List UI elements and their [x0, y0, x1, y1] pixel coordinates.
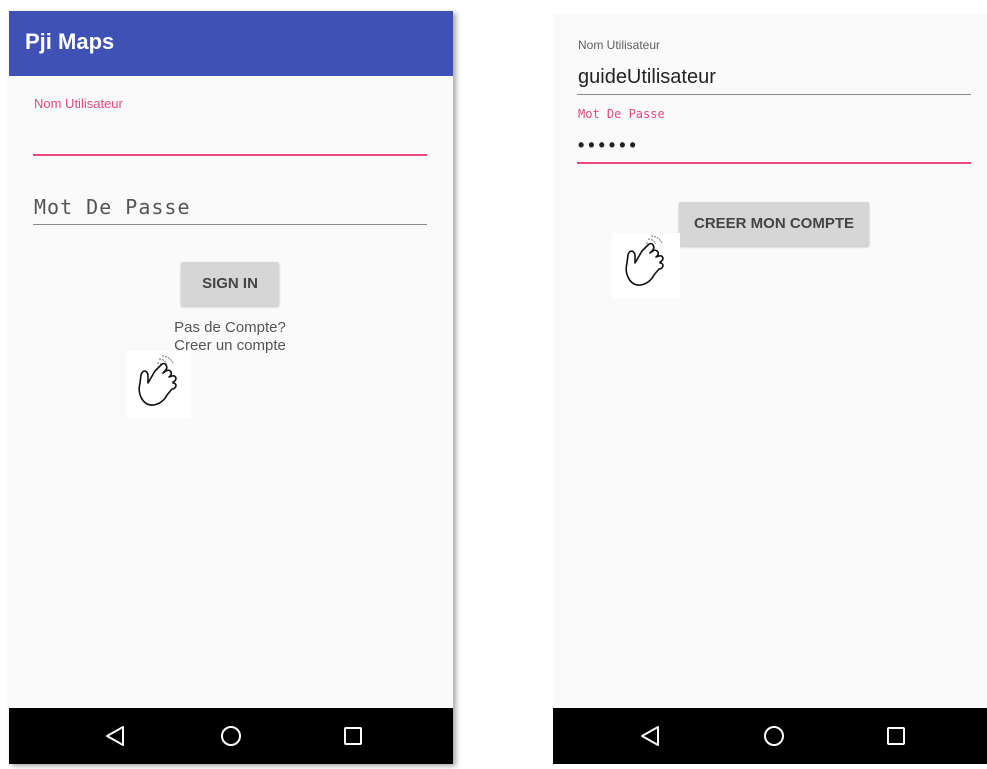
create-account-button[interactable]: CREER MON COMPTE	[679, 202, 869, 246]
username-label: Nom Utilisateur	[34, 96, 123, 111]
password-field-underline	[33, 224, 427, 225]
tap-hand-icon	[612, 233, 680, 298]
login-screen: Pji Maps Nom Utilisateur Mot De Passe SI…	[9, 11, 453, 764]
sign-in-button[interactable]: SIGN IN	[181, 262, 279, 306]
recents-icon[interactable]	[876, 708, 916, 764]
no-account-text: Pas de Compte?	[174, 319, 286, 336]
password-field[interactable]: ••••••	[578, 135, 640, 156]
app-bar: Pji Maps	[9, 11, 453, 76]
tap-hand-icon	[127, 351, 191, 419]
username-label: Nom Utilisateur	[578, 38, 661, 52]
nav-bar	[553, 708, 987, 764]
password-field[interactable]: Mot De Passe	[34, 195, 191, 219]
nav-bar	[9, 708, 453, 764]
username-field-underline	[577, 94, 971, 95]
home-icon[interactable]	[211, 708, 251, 764]
username-field-underline	[33, 154, 427, 156]
app-title: Pji Maps	[25, 29, 115, 54]
create-account-screen: Nom Utilisateur guideUtilisateur Mot De …	[553, 14, 987, 764]
username-field[interactable]: guideUtilisateur	[578, 66, 716, 89]
back-icon[interactable]	[631, 708, 671, 764]
recents-icon[interactable]	[333, 708, 373, 764]
back-icon[interactable]	[96, 708, 136, 764]
password-field-underline	[577, 162, 971, 164]
home-icon[interactable]	[754, 708, 794, 764]
password-label: Mot De Passe	[578, 107, 665, 121]
